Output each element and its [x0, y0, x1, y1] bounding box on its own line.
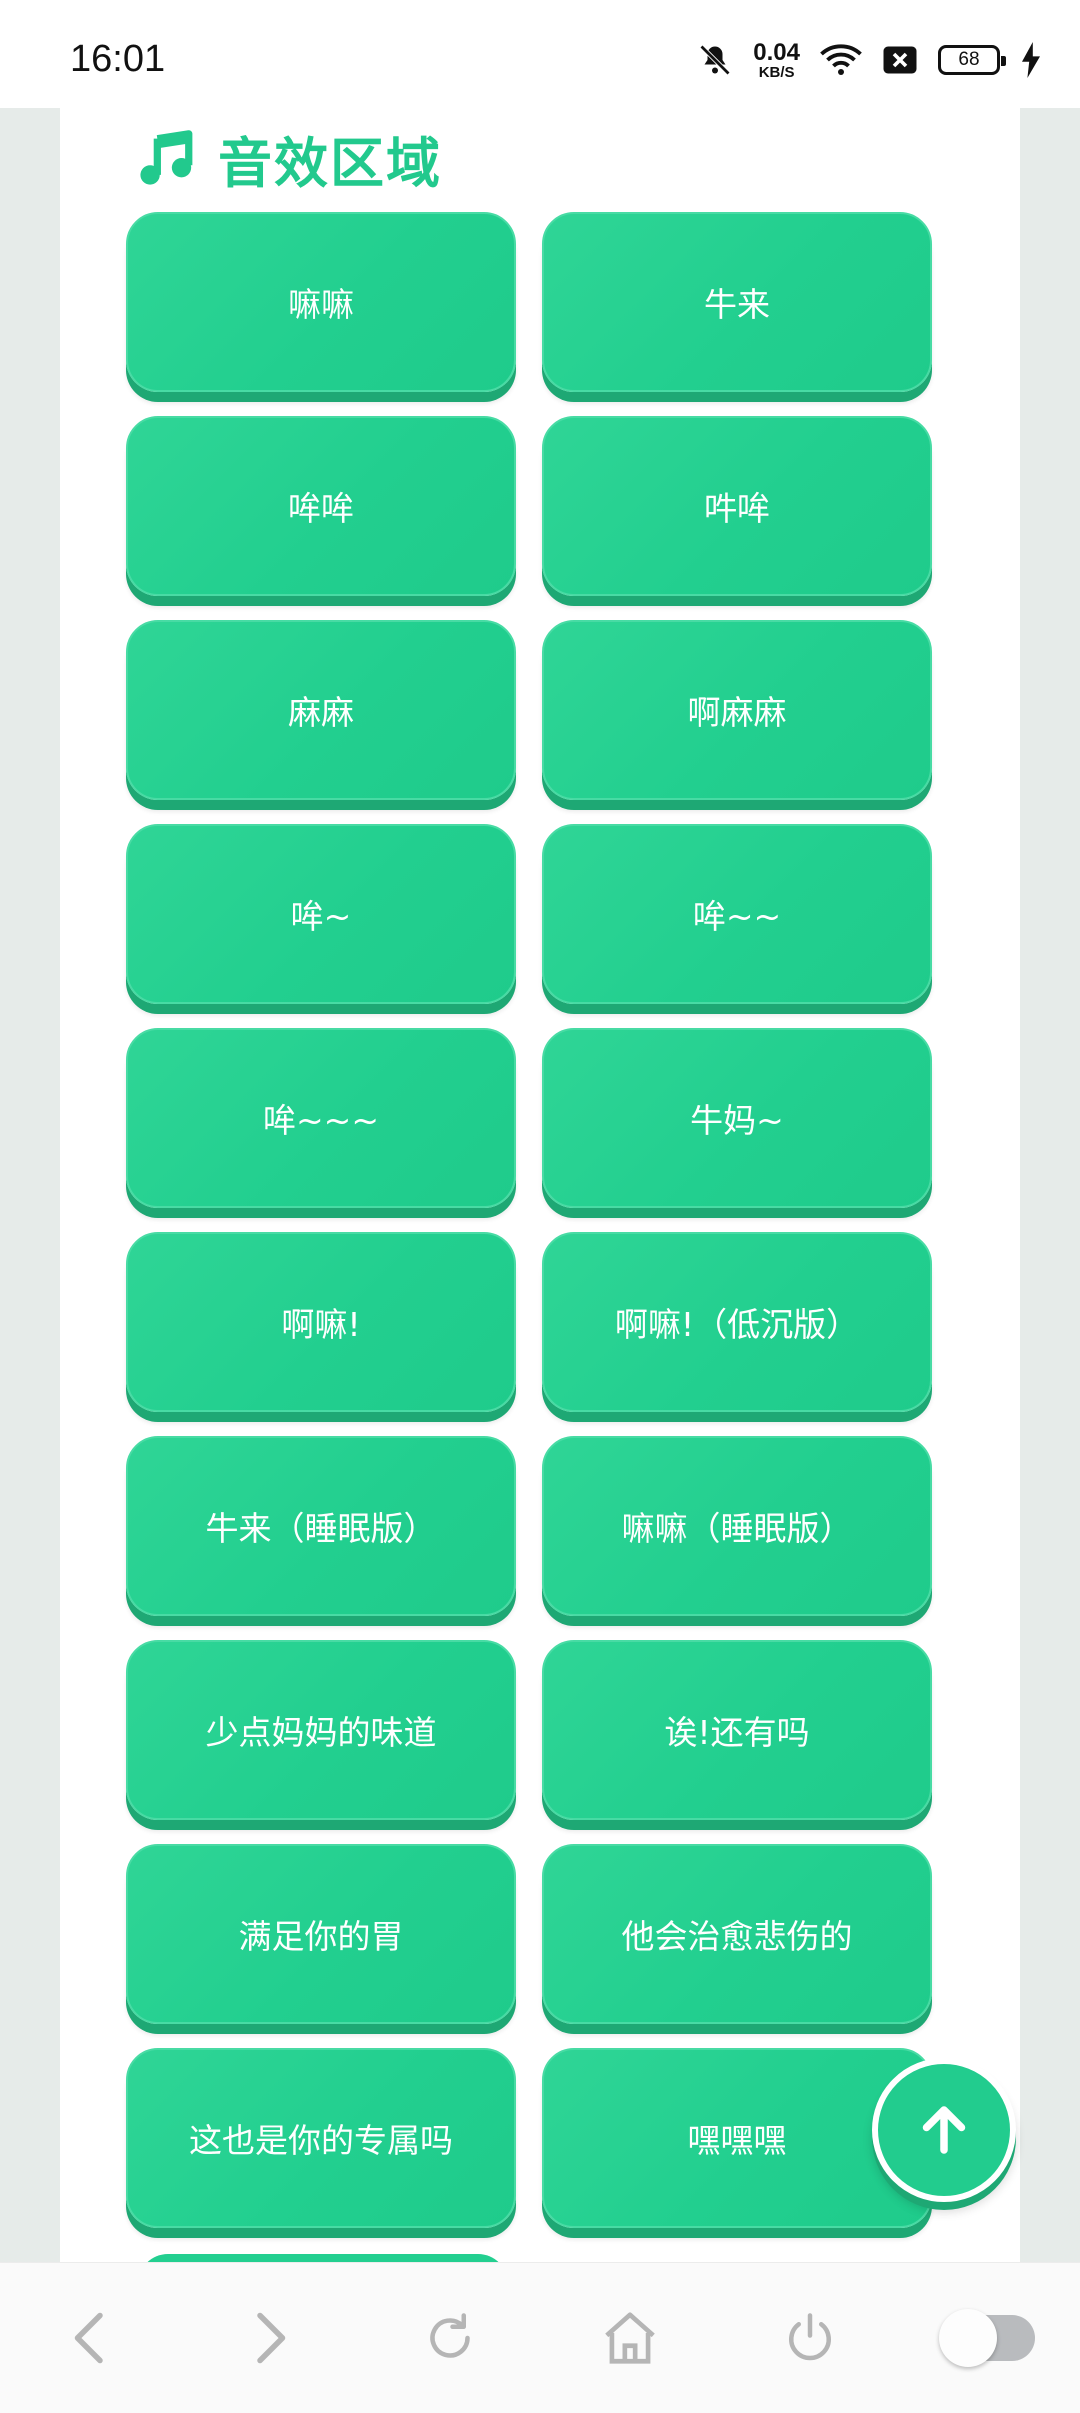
- sound-button[interactable]: 哞~: [126, 824, 516, 1004]
- wifi-icon: [820, 43, 862, 77]
- sound-button[interactable]: 满足你的胃: [126, 1844, 516, 2024]
- section-header: 音效区域: [138, 118, 442, 198]
- sound-button[interactable]: 诶!还有吗: [542, 1640, 932, 1820]
- music-note-icon: [140, 130, 193, 185]
- back-button[interactable]: [45, 2293, 135, 2383]
- sound-page: 音效区域 嘛嘛 牛来 哞哞 吽哞 麻麻 啊麻麻 哞~ 哞~~ 哞~~~ 牛妈~ …: [60, 108, 1020, 2284]
- power-icon: [789, 2313, 831, 2361]
- scroll-top-button[interactable]: [872, 2058, 1016, 2202]
- sound-button[interactable]: 吽哞: [542, 416, 932, 596]
- home-button[interactable]: [585, 2293, 675, 2383]
- section-title: 音效区域: [218, 131, 442, 195]
- sound-button[interactable]: 麻麻: [126, 620, 516, 800]
- sound-button[interactable]: 他会治愈悲伤的: [542, 1844, 932, 2024]
- refresh-icon: [430, 2313, 470, 2358]
- sim-x-icon: [882, 45, 918, 75]
- sound-button[interactable]: 嘛嘛（睡眠版）: [542, 1436, 932, 1616]
- back-icon: [74, 2312, 103, 2364]
- toggle-knob: [939, 2309, 997, 2367]
- status-time: 16:01: [70, 38, 166, 80]
- sound-button[interactable]: 牛妈~: [542, 1028, 932, 1208]
- sound-button[interactable]: 哞哞: [126, 416, 516, 596]
- sound-button[interactable]: 少点妈妈的味道: [126, 1640, 516, 1820]
- sound-button[interactable]: 啊麻麻: [542, 620, 932, 800]
- status-bar: 16:01 0.04 KB/S 68: [0, 0, 1080, 108]
- network-speed: 0.04 KB/S: [753, 38, 800, 81]
- forward-icon: [257, 2312, 286, 2364]
- sound-button[interactable]: 这也是你的专属吗: [126, 2048, 516, 2228]
- sound-button[interactable]: 哞~~~: [126, 1028, 516, 1208]
- home-icon: [605, 2312, 655, 2364]
- status-icons: 0.04 KB/S 68: [697, 30, 1042, 90]
- sound-button[interactable]: 啊嘛!（低沉版）: [542, 1232, 932, 1412]
- battery-icon: 68: [938, 45, 1006, 75]
- charging-icon: [1020, 42, 1042, 78]
- arrow-up-icon: [922, 2106, 966, 2154]
- sound-button[interactable]: 啊嘛!: [126, 1232, 516, 1412]
- bottom-nav: [0, 2262, 1080, 2413]
- sound-button[interactable]: 哞~~: [542, 824, 932, 1004]
- sound-button[interactable]: 牛来: [542, 212, 932, 392]
- sound-button-grid: 嘛嘛 牛来 哞哞 吽哞 麻麻 啊麻麻 哞~ 哞~~ 哞~~~ 牛妈~ 啊嘛! 啊…: [126, 212, 932, 2228]
- toggle-switch[interactable]: [939, 2293, 1035, 2383]
- forward-button[interactable]: [225, 2293, 315, 2383]
- refresh-button[interactable]: [405, 2293, 495, 2383]
- mute-bell-icon: [697, 42, 733, 78]
- sound-button[interactable]: 牛来（睡眠版）: [126, 1436, 516, 1616]
- toggle-track: [939, 2309, 1035, 2367]
- power-button[interactable]: [765, 2293, 855, 2383]
- sound-button[interactable]: 嘛嘛: [126, 212, 516, 392]
